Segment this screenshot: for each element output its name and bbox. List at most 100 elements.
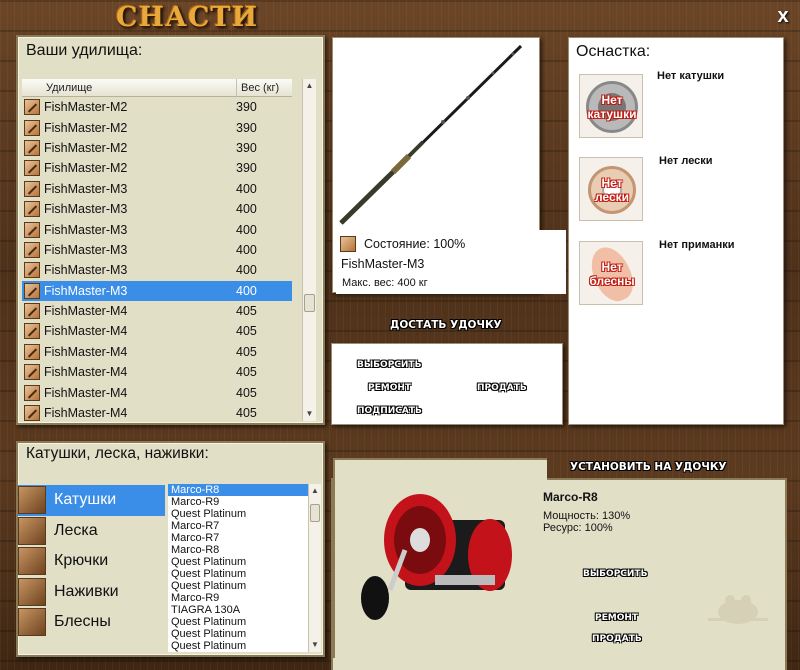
reel-slot[interactable]: Нет катушки [579,74,643,138]
scroll-up-icon[interactable]: ▲ [309,484,321,498]
sell-item-button[interactable]: ПРОДАТЬ [592,634,642,644]
item-list-row[interactable]: Quest Platinum [168,616,308,628]
scroll-up-icon[interactable]: ▲ [303,79,316,93]
reel-image [361,494,512,620]
rod-row-name: FishMaster-M4 [44,406,128,421]
rod-row[interactable]: FishMaster-M4 405 [22,321,292,341]
item-list-row[interactable]: Quest Platinum [168,508,308,520]
item-list-row[interactable]: Marco-R9 [168,496,308,508]
rod-icon [24,262,40,279]
item-list-row[interactable]: Quest Platinum [168,640,308,652]
item-list-row[interactable]: Marco-R8 [168,544,308,556]
item-list-row[interactable]: Marco-R9 [168,592,308,604]
rod-row-name: FishMaster-M3 [44,283,128,298]
rod-icon [24,139,40,156]
rods-panel: Ваши удилища: Удилище Вес (кг) FishMaste… [16,35,325,425]
discard-rod-button[interactable]: ВЫБОРСИТЬ [357,360,421,370]
rod-row-weight: 405 [236,385,257,400]
rod-icon [24,221,40,238]
selected-item-resource: Ресурс: 100% [543,522,613,534]
item-list-row[interactable]: TIAGRA 130A [168,604,308,616]
scroll-down-icon[interactable]: ▼ [303,407,316,421]
rod-row[interactable]: FishMaster-M2 390 [22,138,292,158]
rod-row-weight: 400 [236,263,257,278]
rod-row[interactable]: FishMaster-M4 405 [22,382,292,402]
category-label: Катушки [54,491,117,509]
category-list: Катушки Леска Крючки Наживки Блесны [18,485,165,638]
sign-rod-button[interactable]: ПОДПИСАТЬ [357,406,422,416]
tackle-heading: Оснастка: [576,43,651,60]
rod-row-weight: 405 [236,344,257,359]
rod-row[interactable]: FishMaster-M2 390 [22,97,292,117]
rod-icon [24,241,40,258]
rod-row[interactable]: FishMaster-M3 400 [22,179,292,199]
close-icon[interactable]: x [772,5,794,27]
sell-rod-button[interactable]: ПРОДАТЬ [477,383,527,393]
rods-scrollbar[interactable]: ▲ ▼ [302,79,316,421]
rod-row[interactable]: FishMaster-M2 390 [22,117,292,137]
rod-row-weight: 400 [236,181,257,196]
rod-row-weight: 390 [236,161,257,176]
rod-row[interactable]: FishMaster-M3 400 [22,260,292,280]
take-out-rod-button[interactable]: ДОСТАТЬ УДОЧКУ [390,319,502,331]
scroll-thumb[interactable] [310,504,320,522]
rod-row[interactable]: FishMaster-M4 405 [22,301,292,321]
rod-icon [24,303,40,320]
lure-slot[interactable]: Нет блесны [579,241,643,305]
rod-row-name: FishMaster-M3 [44,222,128,237]
rod-icon [24,384,40,401]
rod-row[interactable]: FishMaster-M3 400 [22,240,292,260]
item-list-row[interactable]: Quest Platinum [168,628,308,640]
category-item[interactable]: Наживки [18,577,165,608]
rod-row-weight: 400 [236,222,257,237]
rod-state-text: Состояние: 100% [364,237,466,251]
rod-row-weight: 400 [236,202,257,217]
scroll-down-icon[interactable]: ▼ [309,638,321,652]
item-list-row[interactable]: Marco-R8 [168,484,308,496]
rods-table-header: Удилище Вес (кг) [22,79,292,97]
repair-rod-button[interactable]: РЕМОНТ [368,383,411,393]
item-list-row[interactable]: Quest Platinum [168,556,308,568]
rod-row[interactable]: FishMaster-M3 400 [22,219,292,239]
rod-row[interactable]: FishMaster-M3 400 [22,280,292,301]
line-slot-label: Нет лески [659,155,713,167]
rod-row[interactable]: FishMaster-M4 405 [22,403,292,421]
item-list-row[interactable]: Quest Platinum [168,568,308,580]
rod-row-weight: 390 [236,100,257,115]
rod-row-name: FishMaster-M4 [44,385,128,400]
rod-row[interactable]: FishMaster-M4 405 [22,362,292,382]
repair-item-button[interactable]: РЕМОНТ [595,613,638,623]
items-list: Marco-R8 Marco-R9 Quest Platinum Marco-R7 Ma… [168,484,308,652]
column-rod[interactable]: Удилище [22,79,92,96]
category-item[interactable]: Блесны [18,607,165,638]
line-icon [18,516,46,545]
rod-row-weight: 400 [236,283,257,298]
hook-icon [18,547,46,576]
column-weight[interactable]: Вес (кг) [236,79,292,96]
rod-row-name: FishMaster-M4 [44,304,128,319]
install-on-rod-button[interactable]: УСТАНОВИТЬ НА УДОЧКУ [570,461,727,473]
discard-item-button[interactable]: ВЫБОРСИТЬ [583,569,647,579]
scroll-thumb[interactable] [304,294,315,312]
item-list-row[interactable]: Marco-R7 [168,532,308,544]
category-item[interactable]: Крючки [18,546,165,577]
window-title: СНАСТИ [116,2,259,33]
rod-row-name: FishMaster-M2 [44,120,128,135]
rods-table: Удилище Вес (кг) FishMaster-M2 390 FishMas… [22,79,292,421]
selected-item-power: Мощность: 130% [543,510,631,522]
rod-row[interactable]: FishMaster-M2 390 [22,158,292,178]
selected-item-name: Marco-R8 [543,490,598,504]
rod-icon [24,99,40,116]
rod-max-weight: Макс. вес: 400 кг [342,277,428,289]
rod-row-name: FishMaster-M3 [44,242,128,257]
rod-row[interactable]: FishMaster-M4 405 [22,342,292,362]
items-scrollbar[interactable]: ▲ ▼ [308,484,321,652]
category-item[interactable]: Леска [18,516,165,547]
reel-slot-label: Нет катушки [657,70,725,82]
item-list-row[interactable]: Quest Platinum [168,580,308,592]
rod-row[interactable]: FishMaster-M3 400 [22,199,292,219]
line-slot[interactable]: Нет лески [579,157,643,221]
category-label: Наживки [54,582,119,600]
item-list-row[interactable]: Marco-R7 [168,520,308,532]
category-item[interactable]: Катушки [18,485,165,516]
